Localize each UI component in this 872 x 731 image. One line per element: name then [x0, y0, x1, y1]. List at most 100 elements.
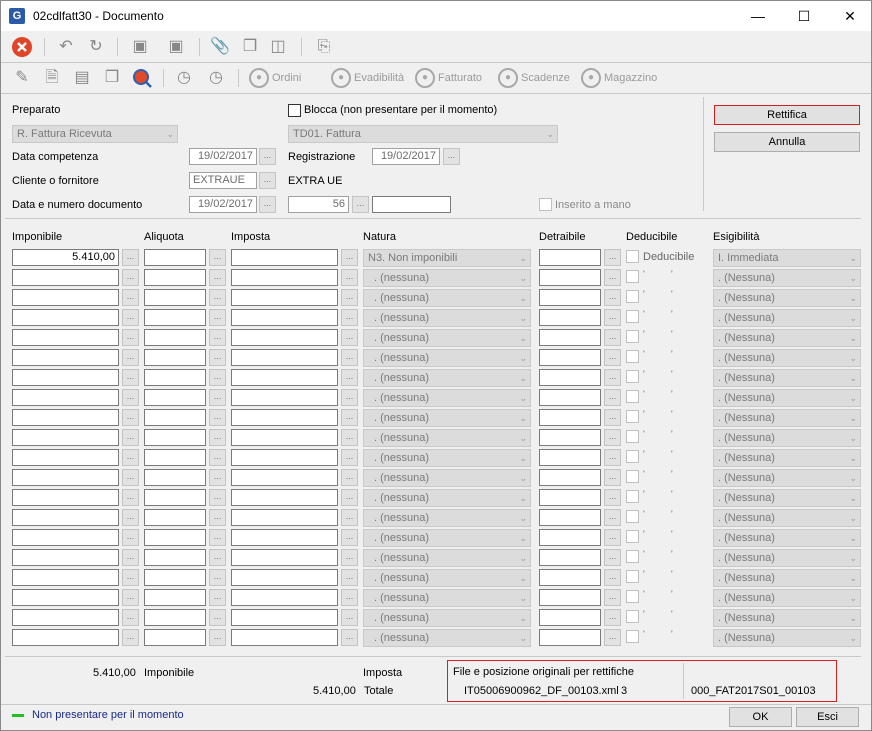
esigibilita-select[interactable]: . (Nessuna) ⌄ — [713, 309, 861, 327]
imponibile-field[interactable] — [12, 309, 119, 326]
esigibilita-select[interactable]: . (Nessuna) ⌄ — [713, 549, 861, 567]
imposta-picker[interactable]: ... — [341, 409, 358, 426]
detraibile-field[interactable] — [539, 469, 601, 486]
numero-documento-picker[interactable]: ... — [352, 196, 369, 213]
imposta-field[interactable] — [231, 489, 338, 506]
imposta-picker[interactable]: ... — [341, 309, 358, 326]
natura-select[interactable]: . (nessuna) ⌄ — [363, 489, 531, 507]
detraibile-picker[interactable]: ... — [604, 249, 621, 266]
aliquota-field[interactable] — [144, 309, 206, 326]
imponibile-picker[interactable]: ... — [122, 449, 139, 466]
close-button[interactable]: ✕ — [827, 1, 872, 31]
detraibile-picker[interactable]: ... — [604, 309, 621, 326]
imposta-picker[interactable]: ... — [341, 429, 358, 446]
natura-select[interactable]: . (nessuna) ⌄ — [363, 369, 531, 387]
aliquota-field[interactable] — [144, 269, 206, 286]
detraibile-field[interactable] — [539, 429, 601, 446]
imponibile-picker[interactable]: ... — [122, 549, 139, 566]
imponibile-field[interactable] — [12, 469, 119, 486]
imposta-picker[interactable]: ... — [341, 549, 358, 566]
detraibile-field[interactable] — [539, 609, 601, 626]
imposta-field[interactable] — [231, 269, 338, 286]
attachment-icon[interactable]: 📎 — [209, 36, 231, 58]
detraibile-picker[interactable]: ... — [604, 429, 621, 446]
detraibile-picker[interactable]: ... — [604, 529, 621, 546]
imponibile-picker[interactable]: ... — [122, 469, 139, 486]
imposta-field[interactable] — [231, 549, 338, 566]
deducibile-checkbox[interactable] — [626, 430, 639, 443]
imposta-picker[interactable]: ... — [341, 449, 358, 466]
refresh-icon[interactable]: ↻ — [85, 36, 107, 58]
imponibile-picker[interactable]: ... — [122, 389, 139, 406]
imponibile-picker[interactable]: ... — [122, 269, 139, 286]
binoculars-advanced-icon[interactable]: ▣ — [165, 36, 187, 58]
minimize-button[interactable]: — — [735, 1, 781, 31]
detraibile-field[interactable] — [539, 449, 601, 466]
export-icon[interactable]: ⎘ — [313, 36, 335, 58]
esigibilita-select[interactable]: . (Nessuna) ⌄ — [713, 589, 861, 607]
aliquota-picker[interactable]: ... — [209, 609, 226, 626]
aliquota-field[interactable] — [144, 369, 206, 386]
aliquota-picker[interactable]: ... — [209, 389, 226, 406]
aliquota-field[interactable] — [144, 409, 206, 426]
history-back-icon[interactable]: ◷ — [205, 67, 227, 89]
esigibilita-select[interactable]: . (Nessuna) ⌄ — [713, 429, 861, 447]
numero-suffisso-field[interactable] — [372, 196, 451, 213]
document-icon[interactable]: 🗎 — [41, 67, 63, 89]
aliquota-field[interactable] — [144, 349, 206, 366]
natura-select[interactable]: . (nessuna) ⌄ — [363, 309, 531, 327]
deducibile-checkbox[interactable] — [626, 350, 639, 363]
aliquota-picker[interactable]: ... — [209, 329, 226, 346]
detraibile-field[interactable] — [539, 349, 601, 366]
esigibilita-select[interactable]: . (Nessuna) ⌄ — [713, 389, 861, 407]
imposta-field[interactable] — [231, 309, 338, 326]
detraibile-picker[interactable]: ... — [604, 269, 621, 286]
esigibilita-select[interactable]: . (Nessuna) ⌄ — [713, 489, 861, 507]
aliquota-picker[interactable]: ... — [209, 469, 226, 486]
detraibile-field[interactable] — [539, 289, 601, 306]
imposta-field[interactable] — [231, 629, 338, 646]
imponibile-field[interactable] — [12, 409, 119, 426]
imponibile-picker[interactable]: ... — [122, 429, 139, 446]
detraibile-field[interactable] — [539, 509, 601, 526]
imposta-field[interactable] — [231, 409, 338, 426]
esigibilita-select[interactable]: I. Immediata ⌄ — [713, 249, 861, 267]
detraibile-picker[interactable]: ... — [604, 609, 621, 626]
natura-select[interactable]: . (nessuna) ⌄ — [363, 509, 531, 527]
natura-select[interactable]: . (nessuna) ⌄ — [363, 549, 531, 567]
detraibile-field[interactable] — [539, 369, 601, 386]
detraibile-picker[interactable]: ... — [604, 389, 621, 406]
detraibile-field[interactable] — [539, 309, 601, 326]
deducibile-checkbox[interactable] — [626, 390, 639, 403]
detraibile-field[interactable] — [539, 629, 601, 646]
imponibile-field[interactable] — [12, 589, 119, 606]
imposta-picker[interactable]: ... — [341, 489, 358, 506]
esigibilita-select[interactable]: . (Nessuna) ⌄ — [713, 269, 861, 287]
deducibile-checkbox[interactable] — [626, 310, 639, 323]
deducibile-checkbox[interactable] — [626, 590, 639, 603]
aliquota-field[interactable] — [144, 629, 206, 646]
natura-select[interactable]: . (nessuna) ⌄ — [363, 269, 531, 287]
imponibile-picker[interactable]: ... — [122, 629, 139, 646]
aliquota-field[interactable] — [144, 529, 206, 546]
aliquota-picker[interactable]: ... — [209, 369, 226, 386]
imposta-field[interactable] — [231, 609, 338, 626]
natura-select[interactable]: . (nessuna) ⌄ — [363, 329, 531, 347]
aliquota-picker[interactable]: ... — [209, 429, 226, 446]
detraibile-field[interactable] — [539, 569, 601, 586]
registrazione-field[interactable]: 19/02/2017 — [372, 148, 440, 165]
detraibile-field[interactable] — [539, 329, 601, 346]
imposta-picker[interactable]: ... — [341, 469, 358, 486]
imponibile-picker[interactable]: ... — [122, 349, 139, 366]
aliquota-field[interactable] — [144, 509, 206, 526]
aliquota-field[interactable] — [144, 329, 206, 346]
natura-select[interactable]: . (nessuna) ⌄ — [363, 469, 531, 487]
imponibile-picker[interactable]: ... — [122, 569, 139, 586]
imposta-field[interactable] — [231, 569, 338, 586]
detraibile-picker[interactable]: ... — [604, 469, 621, 486]
aliquota-picker[interactable]: ... — [209, 269, 226, 286]
data-competenza-field[interactable]: 19/02/2017 — [189, 148, 257, 165]
inserito-checkbox[interactable] — [539, 198, 552, 211]
data-documento-picker[interactable]: ... — [259, 196, 276, 213]
deducibile-checkbox[interactable] — [626, 610, 639, 623]
